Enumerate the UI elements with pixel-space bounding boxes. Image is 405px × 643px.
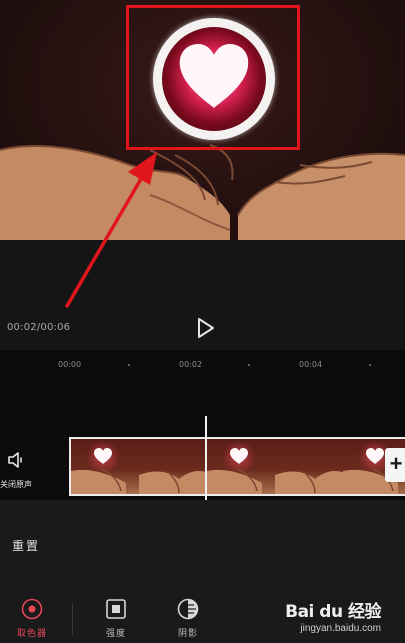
- timeline-tick-dot: [248, 364, 250, 366]
- timeline-tick-label: 00:02: [179, 360, 203, 369]
- shadow-icon: [177, 598, 199, 620]
- tool-label: 取色器: [16, 628, 47, 638]
- timeline-tick-label: 00:04: [299, 360, 323, 369]
- tool-separator: [72, 603, 73, 635]
- intensity-tool[interactable]: 强度: [90, 598, 142, 642]
- baidu-jingyan-watermark: Bai du 经验 jingyan.baidu.com: [285, 597, 381, 634]
- shadow-tool[interactable]: 阴影: [162, 598, 214, 642]
- timeline-tick-dot: [369, 364, 371, 366]
- play-icon: [198, 318, 214, 338]
- timeline-tick-dot: [128, 364, 130, 366]
- plus-icon: +: [389, 451, 403, 476]
- mute-original-audio-toggle[interactable]: 关闭原声: [0, 445, 62, 495]
- video-preview[interactable]: [0, 0, 405, 240]
- clip-frame: [207, 439, 277, 494]
- color-picker-icon: [21, 598, 43, 620]
- time-readout: 00:02/00:06: [7, 322, 71, 333]
- playhead[interactable]: [205, 416, 207, 500]
- intensity-icon: [106, 599, 126, 619]
- tool-label: 阴影: [177, 628, 198, 638]
- clip-frame: [71, 439, 141, 494]
- video-clip-strip[interactable]: [69, 437, 405, 496]
- watermark-brand: Bai du 经验: [285, 602, 381, 622]
- timeline-tick-label: 00:00: [58, 360, 82, 369]
- watermark-url: jingyan.baidu.com: [300, 623, 381, 634]
- clip-frame: [275, 439, 345, 494]
- color-picker-tool[interactable]: 取色器: [6, 598, 58, 642]
- clip-frame: [139, 439, 209, 494]
- tool-label: 强度: [105, 628, 126, 638]
- reset-button[interactable]: 重置: [12, 537, 40, 554]
- mute-label: 关闭原声: [0, 480, 32, 489]
- annotation-highlight-box: [126, 5, 300, 150]
- speaker-icon: [8, 452, 22, 468]
- add-clip-button[interactable]: +: [385, 448, 405, 482]
- play-button[interactable]: [196, 317, 216, 339]
